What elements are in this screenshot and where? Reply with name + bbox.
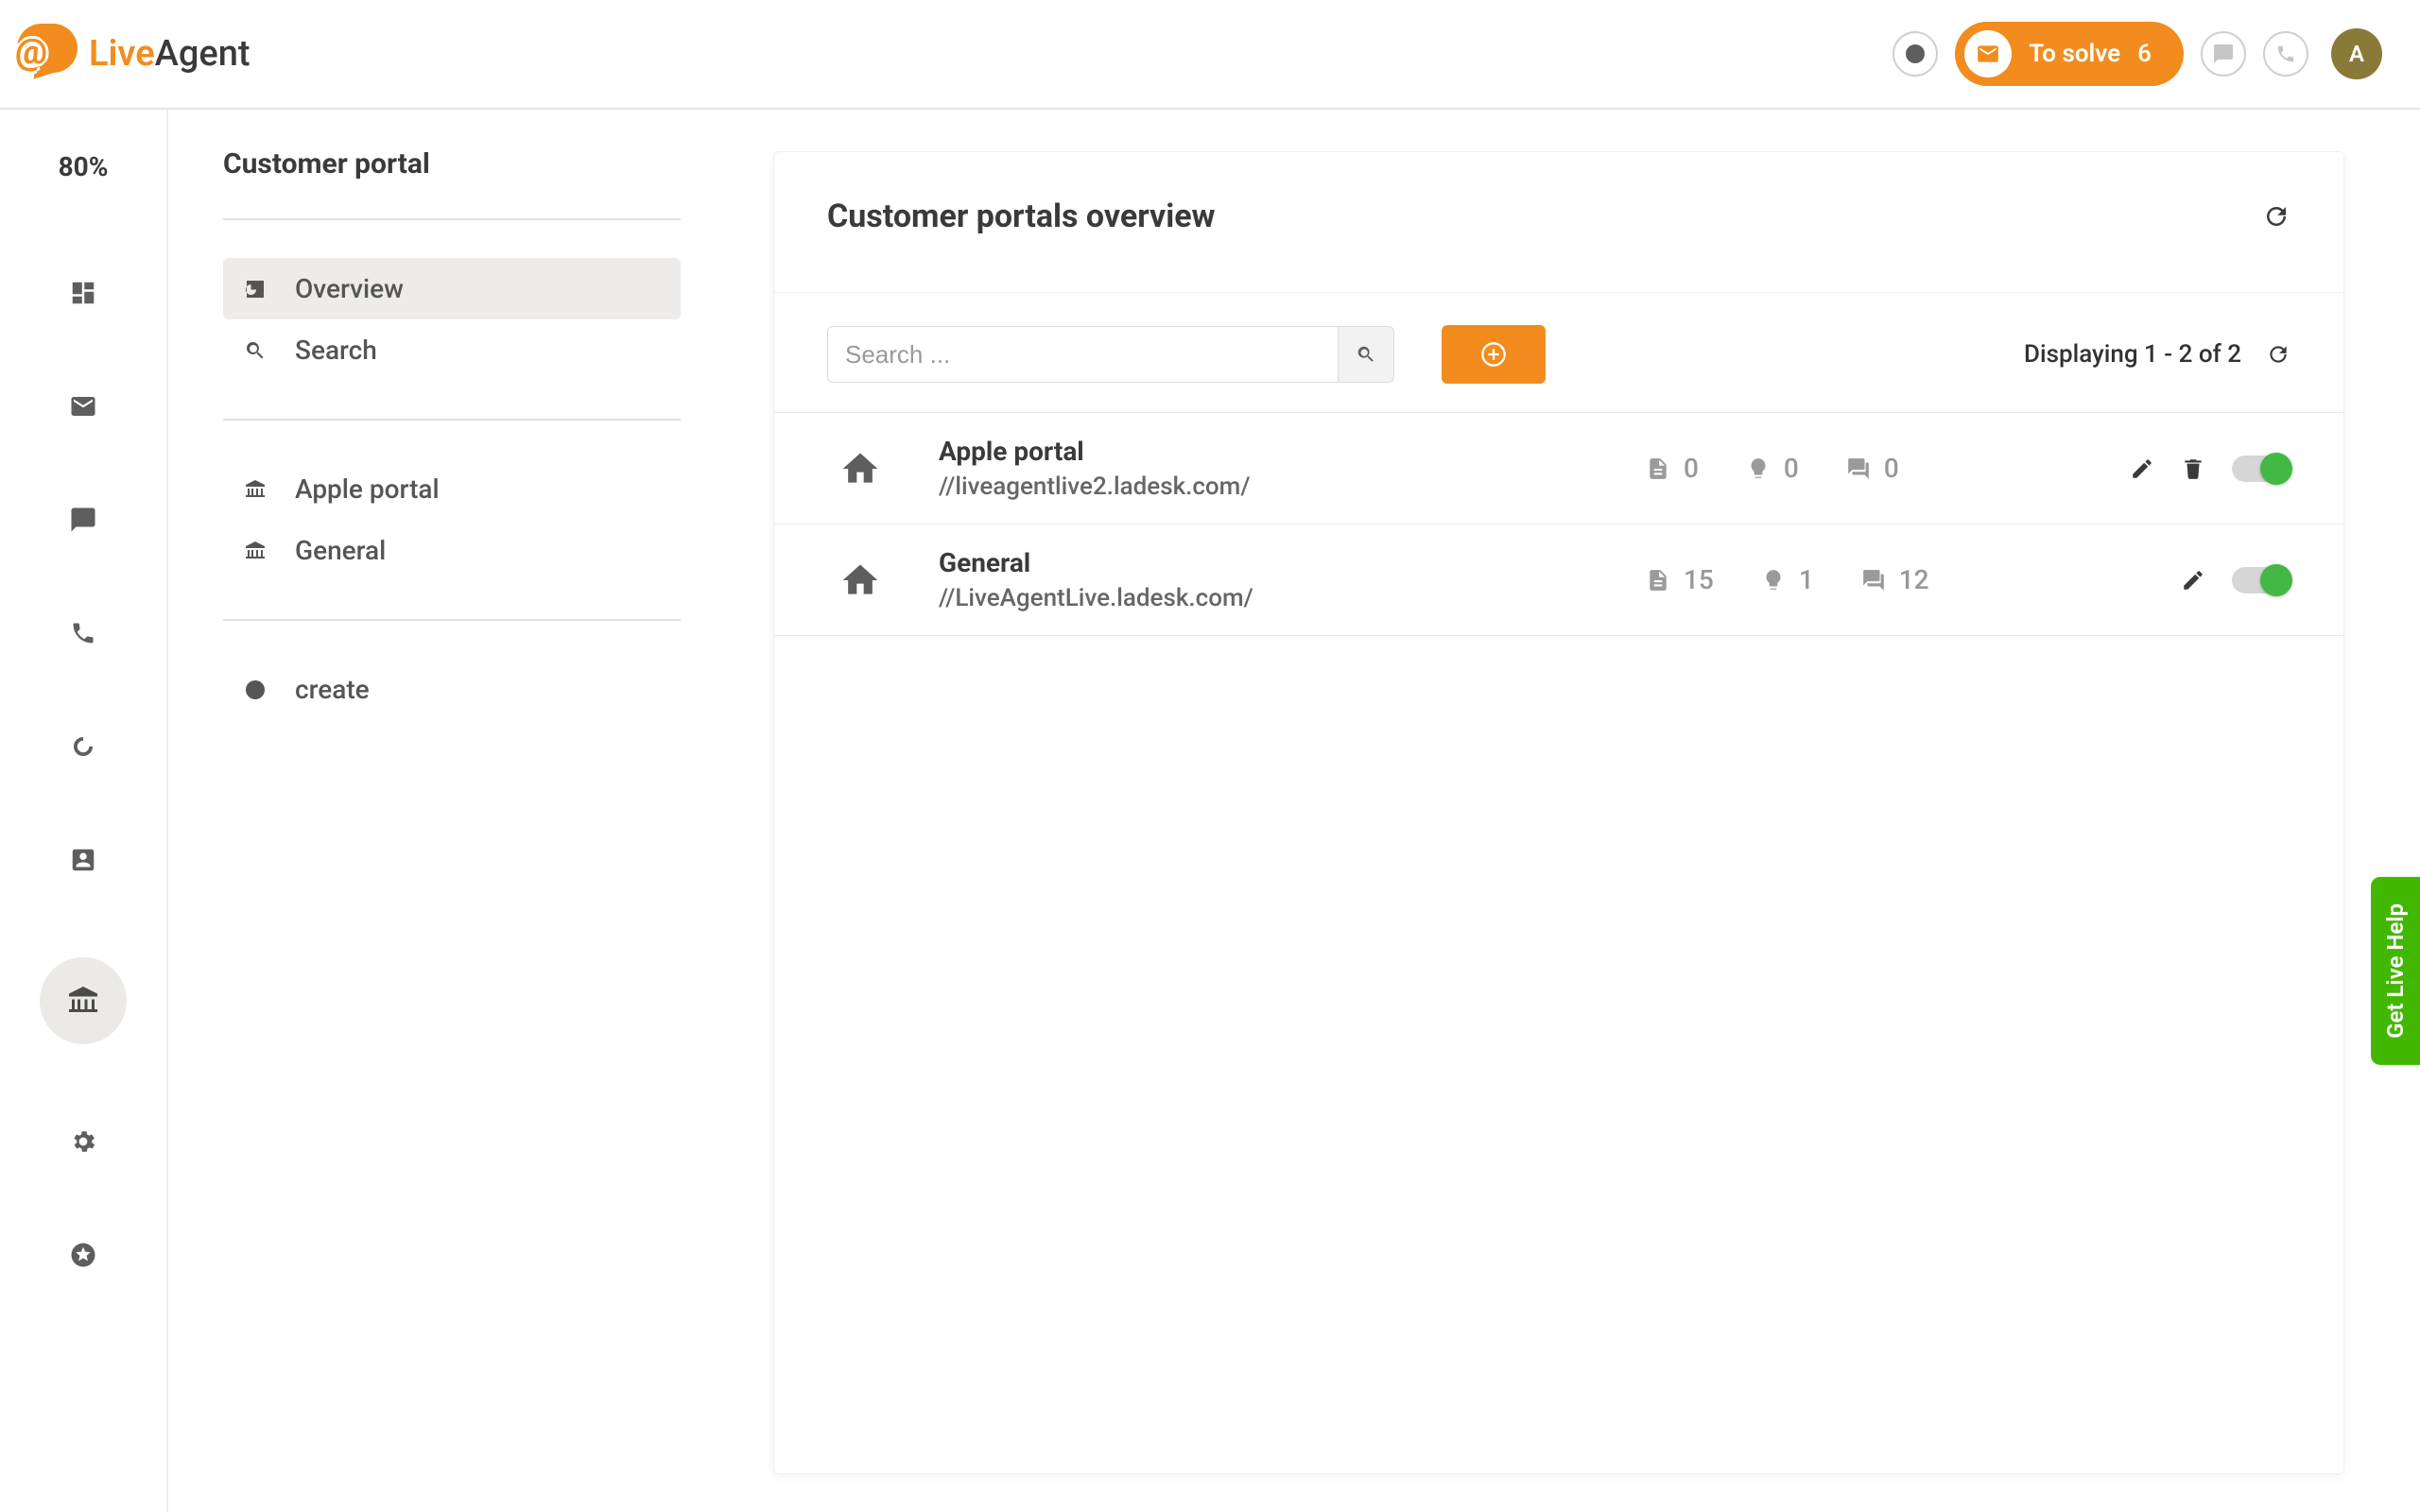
stat-ideas: 1 bbox=[1761, 564, 1814, 595]
phone-icon bbox=[70, 620, 96, 646]
stat-articles: 15 bbox=[1646, 564, 1714, 595]
setup-progress[interactable]: 80% bbox=[59, 151, 109, 182]
to-solve-label: To solve bbox=[2029, 40, 2120, 68]
subside-create-label: create bbox=[295, 674, 370, 705]
portal-name: General bbox=[939, 547, 1600, 578]
dashboard-icon bbox=[69, 279, 97, 307]
rail-calls[interactable] bbox=[67, 617, 99, 649]
get-live-help-button[interactable]: Get Live Help bbox=[2371, 877, 2420, 1065]
bulb-icon bbox=[1746, 456, 1771, 481]
subside-portal-general-label: General bbox=[295, 535, 386, 566]
chat-icon bbox=[2212, 43, 2235, 65]
rail-tickets[interactable] bbox=[67, 390, 99, 422]
bank-icon bbox=[66, 984, 100, 1018]
overview-square-icon bbox=[242, 276, 268, 302]
forum-icon bbox=[1861, 568, 1886, 593]
rail-chats[interactable] bbox=[67, 504, 99, 536]
brand-name: LiveAgent bbox=[89, 33, 251, 75]
portal-name: Apple portal bbox=[939, 436, 1600, 467]
list-refresh-button[interactable] bbox=[2266, 342, 2290, 367]
brand-name-live: Live bbox=[89, 33, 155, 75]
subside-title: Customer portal bbox=[223, 147, 681, 180]
new-button[interactable] bbox=[1893, 31, 1938, 77]
refresh-icon bbox=[2266, 342, 2290, 367]
subside-portal-apple[interactable]: Apple portal bbox=[223, 458, 681, 520]
avatar[interactable]: A bbox=[2331, 28, 2382, 79]
plus-circle-icon bbox=[242, 677, 268, 703]
subside-overview[interactable]: Overview bbox=[223, 258, 681, 319]
phone-icon bbox=[2275, 43, 2296, 64]
chat-header-button[interactable] bbox=[2201, 31, 2246, 77]
rail-dashboard[interactable] bbox=[67, 277, 99, 309]
subside-search[interactable]: Search bbox=[223, 319, 681, 381]
call-header-button[interactable] bbox=[2263, 31, 2308, 77]
search-icon bbox=[242, 337, 268, 364]
search-submit-button[interactable] bbox=[1338, 326, 1394, 383]
mail-icon bbox=[1964, 30, 2012, 77]
rail-extensions[interactable] bbox=[67, 1239, 99, 1271]
subside-overview-label: Overview bbox=[295, 273, 404, 304]
avatar-initial: A bbox=[2349, 41, 2364, 67]
subside-portal-apple-label: Apple portal bbox=[295, 473, 440, 505]
bulb-icon bbox=[1761, 568, 1786, 593]
portal-row[interactable]: Apple portal //liveagentlive2.ladesk.com… bbox=[774, 412, 2343, 524]
plus-circle-icon bbox=[1480, 341, 1507, 368]
brand-mark-icon: @ bbox=[9, 24, 78, 84]
main-panel: Customer portals overview bbox=[735, 110, 2420, 1512]
subside-portal-general[interactable]: General bbox=[223, 520, 681, 581]
subside-create[interactable]: create bbox=[223, 659, 681, 720]
stat-ideas: 0 bbox=[1746, 453, 1799, 484]
rail-contacts[interactable] bbox=[67, 844, 99, 876]
brand-name-agent: Agent bbox=[155, 33, 251, 75]
pagination-text: Displaying 1 - 2 of 2 bbox=[2024, 340, 2241, 369]
brand-logo[interactable]: @ LiveAgent bbox=[9, 24, 251, 84]
search-icon bbox=[1356, 344, 1376, 365]
nav-rail: 80% bbox=[0, 110, 168, 1512]
home-icon bbox=[839, 448, 881, 490]
rail-customer-portal[interactable] bbox=[40, 957, 127, 1044]
gear-icon bbox=[69, 1127, 97, 1156]
pencil-icon bbox=[2130, 456, 2154, 481]
search-wrap bbox=[827, 326, 1394, 383]
search-input[interactable] bbox=[827, 326, 1338, 383]
portal-url: //LiveAgentLive.ladesk.com/ bbox=[939, 584, 1600, 612]
bank-icon bbox=[242, 538, 268, 564]
get-live-help-label: Get Live Help bbox=[2382, 903, 2409, 1039]
plus-circle-icon bbox=[1904, 43, 1927, 65]
chat-icon bbox=[69, 506, 97, 534]
app-header: @ LiveAgent To solve 6 A bbox=[0, 0, 2420, 110]
loading-ring-icon bbox=[69, 732, 97, 761]
forum-icon bbox=[1846, 456, 1871, 481]
pencil-icon bbox=[2181, 568, 2205, 593]
portal-url: //liveagentlive2.ladesk.com/ bbox=[939, 472, 1600, 501]
stat-articles: 0 bbox=[1646, 453, 1699, 484]
portal-row[interactable]: General //LiveAgentLive.ladesk.com/ 15 1… bbox=[774, 524, 2343, 636]
home-icon bbox=[839, 559, 881, 601]
trash-icon bbox=[2181, 456, 2205, 481]
bank-icon bbox=[242, 476, 268, 503]
refresh-icon bbox=[2262, 202, 2290, 231]
edit-button[interactable] bbox=[2181, 568, 2205, 593]
page-refresh-button[interactable] bbox=[2262, 202, 2290, 231]
header-actions: To solve 6 A bbox=[1893, 22, 2382, 86]
stat-forums: 0 bbox=[1846, 453, 1899, 484]
subside-search-label: Search bbox=[295, 335, 377, 366]
to-solve-count: 6 bbox=[2137, 40, 2152, 68]
stat-forums: 12 bbox=[1861, 564, 1929, 595]
sub-sidebar: Customer portal Overview Search Apple po… bbox=[168, 110, 735, 1512]
page-title: Customer portals overview bbox=[827, 198, 1216, 235]
to-solve-button[interactable]: To solve 6 bbox=[1955, 22, 2184, 86]
delete-button[interactable] bbox=[2181, 456, 2205, 481]
file-icon bbox=[1646, 568, 1670, 593]
mail-icon bbox=[69, 392, 97, 421]
file-icon bbox=[1646, 456, 1670, 481]
contacts-icon bbox=[69, 846, 97, 874]
add-portal-button[interactable] bbox=[1442, 325, 1546, 384]
enable-toggle[interactable] bbox=[2232, 455, 2290, 482]
star-circle-icon bbox=[69, 1241, 97, 1269]
rail-reports[interactable] bbox=[67, 730, 99, 763]
enable-toggle[interactable] bbox=[2232, 567, 2290, 593]
edit-button[interactable] bbox=[2130, 456, 2154, 481]
rail-settings[interactable] bbox=[67, 1125, 99, 1158]
